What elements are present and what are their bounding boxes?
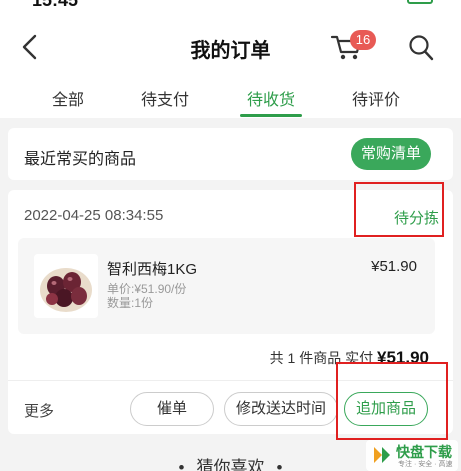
dot-left-icon: • — [178, 458, 185, 471]
tab-pending-review[interactable]: 待评价 — [326, 86, 426, 110]
cart-count-badge: 16 — [350, 30, 376, 50]
tab-pending-payment[interactable]: 待支付 — [115, 86, 215, 110]
product-thumbnail — [34, 254, 98, 318]
guess-title: 猜你喜欢 — [196, 458, 265, 471]
tab-all[interactable]: 全部 — [18, 86, 118, 110]
product-name: 智利西梅1KG — [107, 261, 198, 278]
status-highlight-box — [354, 182, 444, 237]
download-logo-icon — [374, 447, 390, 463]
order-datetime: 2022-04-25 08:34:55 — [24, 207, 164, 224]
frequent-list-button[interactable]: 常购清单 — [350, 138, 431, 170]
order-tabs: 全部 待支付 待收货 待评价 — [0, 78, 461, 118]
recent-purchases-label: 最近常买的商品 — [24, 151, 137, 168]
active-tab-indicator — [240, 114, 302, 117]
recent-purchases-card: 最近常买的商品 常购清单 — [8, 128, 453, 180]
change-delivery-time-button[interactable]: 修改送达时间 — [224, 392, 338, 426]
dot-right-icon: • — [276, 458, 283, 471]
page-title: 我的订单 — [190, 40, 271, 62]
header: 我的订单 16 全部 待支付 待收货 待评价 — [0, 10, 461, 118]
watermark-sub-text: 专注 · 安全 · 高速 — [398, 461, 453, 468]
product-price: ¥51.90 — [371, 258, 417, 275]
order-item[interactable]: 智利西梅1KG ¥51.90 单价:¥51.90/份 数量:1份 — [18, 238, 435, 334]
battery-icon — [407, 0, 433, 4]
product-quantity: 数量:1份 — [107, 296, 154, 310]
more-button[interactable]: 更多 — [24, 400, 54, 421]
tab-pending-receipt[interactable]: 待收货 — [221, 86, 321, 110]
search-icon[interactable] — [408, 34, 434, 62]
add-item-highlight-box — [336, 362, 448, 440]
status-bar: 15:45 — [0, 0, 461, 10]
urge-order-button[interactable]: 催单 — [130, 392, 214, 426]
order-card[interactable]: 2022-04-25 08:34:55 待分拣 智利西梅1KG ¥51.90 单… — [8, 182, 453, 440]
watermark: 快盘下载 专注 · 安全 · 高速 — [366, 440, 458, 471]
